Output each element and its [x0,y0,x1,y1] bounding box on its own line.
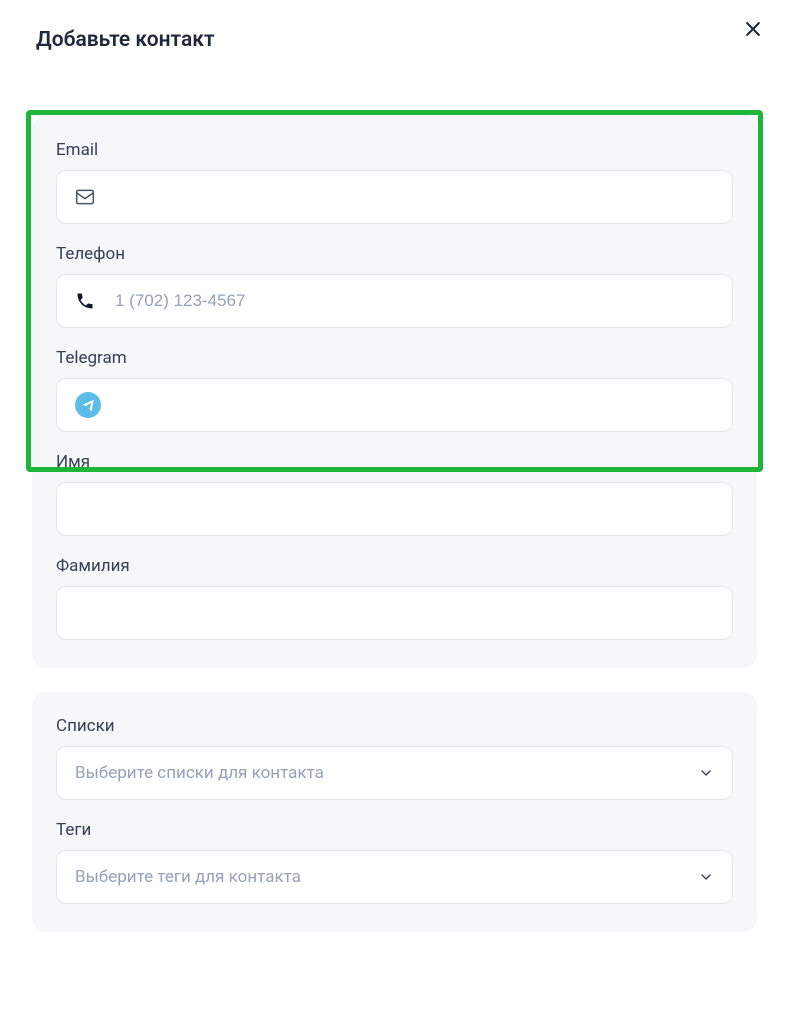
name-label: Имя [56,452,733,472]
phone-input[interactable] [115,291,714,311]
tags-select[interactable]: Выберите теги для контакта [56,850,733,904]
tags-label: Теги [56,820,733,840]
modal-title: Добавьте контакт [36,28,215,52]
lists-label: Списки [56,716,733,736]
chevron-down-icon [698,765,714,781]
surname-label: Фамилия [56,556,733,576]
chevron-down-icon [698,869,714,885]
phone-icon [75,291,95,311]
contact-info-panel: Email Телефон [32,116,757,668]
phone-label: Телефон [56,244,733,264]
email-label: Email [56,140,733,160]
email-input[interactable] [115,187,714,207]
telegram-label: Telegram [56,348,733,368]
surname-input[interactable] [56,586,733,640]
lists-placeholder: Выберите списки для контакта [75,763,324,783]
envelope-icon [75,187,95,207]
phone-input-wrap[interactable] [56,274,733,328]
name-input[interactable] [56,482,733,536]
telegram-input-wrap[interactable] [56,378,733,432]
email-input-wrap[interactable] [56,170,733,224]
telegram-icon [75,392,101,418]
close-button[interactable] [741,18,765,42]
lists-select[interactable]: Выберите списки для контакта [56,746,733,800]
close-icon [743,19,763,42]
classification-panel: Списки Выберите списки для контакта Теги… [32,692,757,932]
tags-placeholder: Выберите теги для контакта [75,867,301,887]
telegram-input[interactable] [121,395,714,415]
